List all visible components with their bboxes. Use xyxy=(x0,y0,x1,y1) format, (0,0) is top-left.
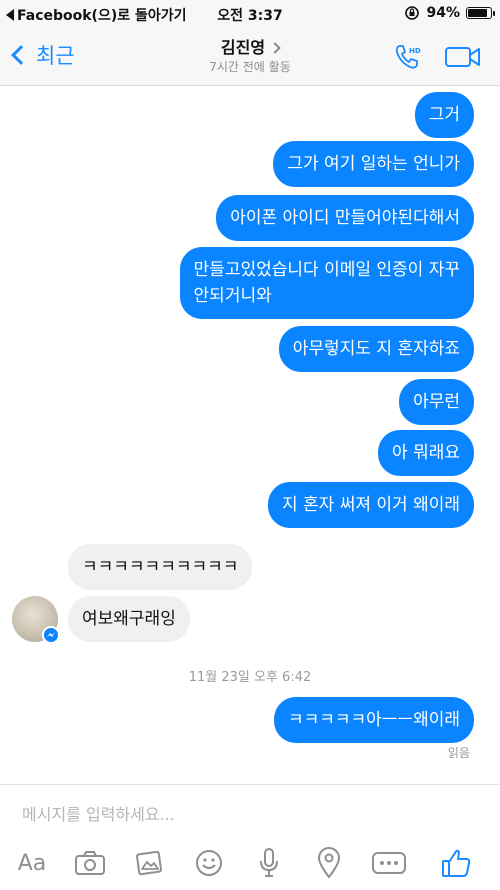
messenger-badge-icon xyxy=(42,626,60,644)
contact-name[interactable]: 김진영 xyxy=(0,34,500,58)
message-bubble-outgoing[interactable]: 아이폰 아이디 만들어야된다해서 xyxy=(216,195,474,241)
phone-hd-icon[interactable]: HD xyxy=(392,42,422,72)
voice-button[interactable] xyxy=(251,845,287,881)
location-button[interactable] xyxy=(311,845,347,881)
message-bubble-outgoing[interactable]: 그거 xyxy=(414,92,474,138)
sticker-button[interactable] xyxy=(191,845,227,881)
composer-toolbar: Aa xyxy=(0,841,500,885)
photo-gallery-icon xyxy=(135,850,163,876)
message-bubble-incoming[interactable]: ㅋㅋㅋㅋㅋㅋㅋㅋㅋㅋ xyxy=(68,544,253,590)
battery-fill xyxy=(468,9,487,17)
read-receipt: 읽음 xyxy=(447,746,470,760)
camera-icon xyxy=(75,851,105,875)
battery-icon xyxy=(466,7,495,19)
composer: 메시지를 입력하세요... Aa xyxy=(0,784,500,890)
activity-status: 7시간 전에 활동 xyxy=(209,60,291,74)
message-bubble-incoming[interactable]: 여보왜구래잉 xyxy=(68,596,190,642)
chevron-right-icon xyxy=(269,42,281,54)
status-bar: Facebook(으)로 돌아가기 오전 3:37 94% xyxy=(0,0,500,28)
like-button[interactable] xyxy=(438,845,474,881)
message-bubble-outgoing[interactable]: 그가 여기 일하는 언니가 xyxy=(273,141,474,187)
more-dots-icon xyxy=(372,852,406,874)
status-right: 94% xyxy=(404,5,495,21)
camera-button[interactable] xyxy=(72,845,108,881)
more-button[interactable] xyxy=(371,845,407,881)
message-bubble-outgoing[interactable]: 지 혼자 써져 이거 왜이래 xyxy=(267,482,474,528)
message-timestamp: 11월 23일 오후 6:42 xyxy=(188,670,312,685)
message-bubble-outgoing[interactable]: 만들고있었습니다 이메일 인증이 자꾸 안되거니와 xyxy=(179,247,474,319)
video-camera-icon[interactable] xyxy=(444,44,482,70)
message-bubble-outgoing[interactable]: 아 뭐래요 xyxy=(378,430,474,476)
battery-percent: 94% xyxy=(426,5,460,21)
rotation-lock-icon xyxy=(405,6,420,20)
contact-avatar[interactable] xyxy=(12,596,60,644)
svg-text:HD: HD xyxy=(409,47,421,55)
contact-name-label: 김진영 xyxy=(220,38,266,57)
smiley-icon xyxy=(196,850,222,876)
message-bubble-outgoing[interactable]: ㅋㅋㅋㅋㅋ아ㅡㅡ왜이래 xyxy=(273,697,474,743)
microphone-icon xyxy=(260,848,278,877)
thumbs-up-icon xyxy=(442,849,471,877)
message-bubble-outgoing[interactable]: 아무런 xyxy=(399,379,474,425)
conversation-header: 최근 김진영 7시간 전에 활동 HD xyxy=(0,28,500,86)
gallery-button[interactable] xyxy=(131,845,167,881)
message-bubble-outgoing[interactable]: 아무렇지도 지 혼자하죠 xyxy=(278,326,474,372)
location-pin-icon xyxy=(317,847,341,879)
text-format-button[interactable]: Aa xyxy=(14,845,50,881)
message-input[interactable]: 메시지를 입력하세요... xyxy=(22,801,175,825)
